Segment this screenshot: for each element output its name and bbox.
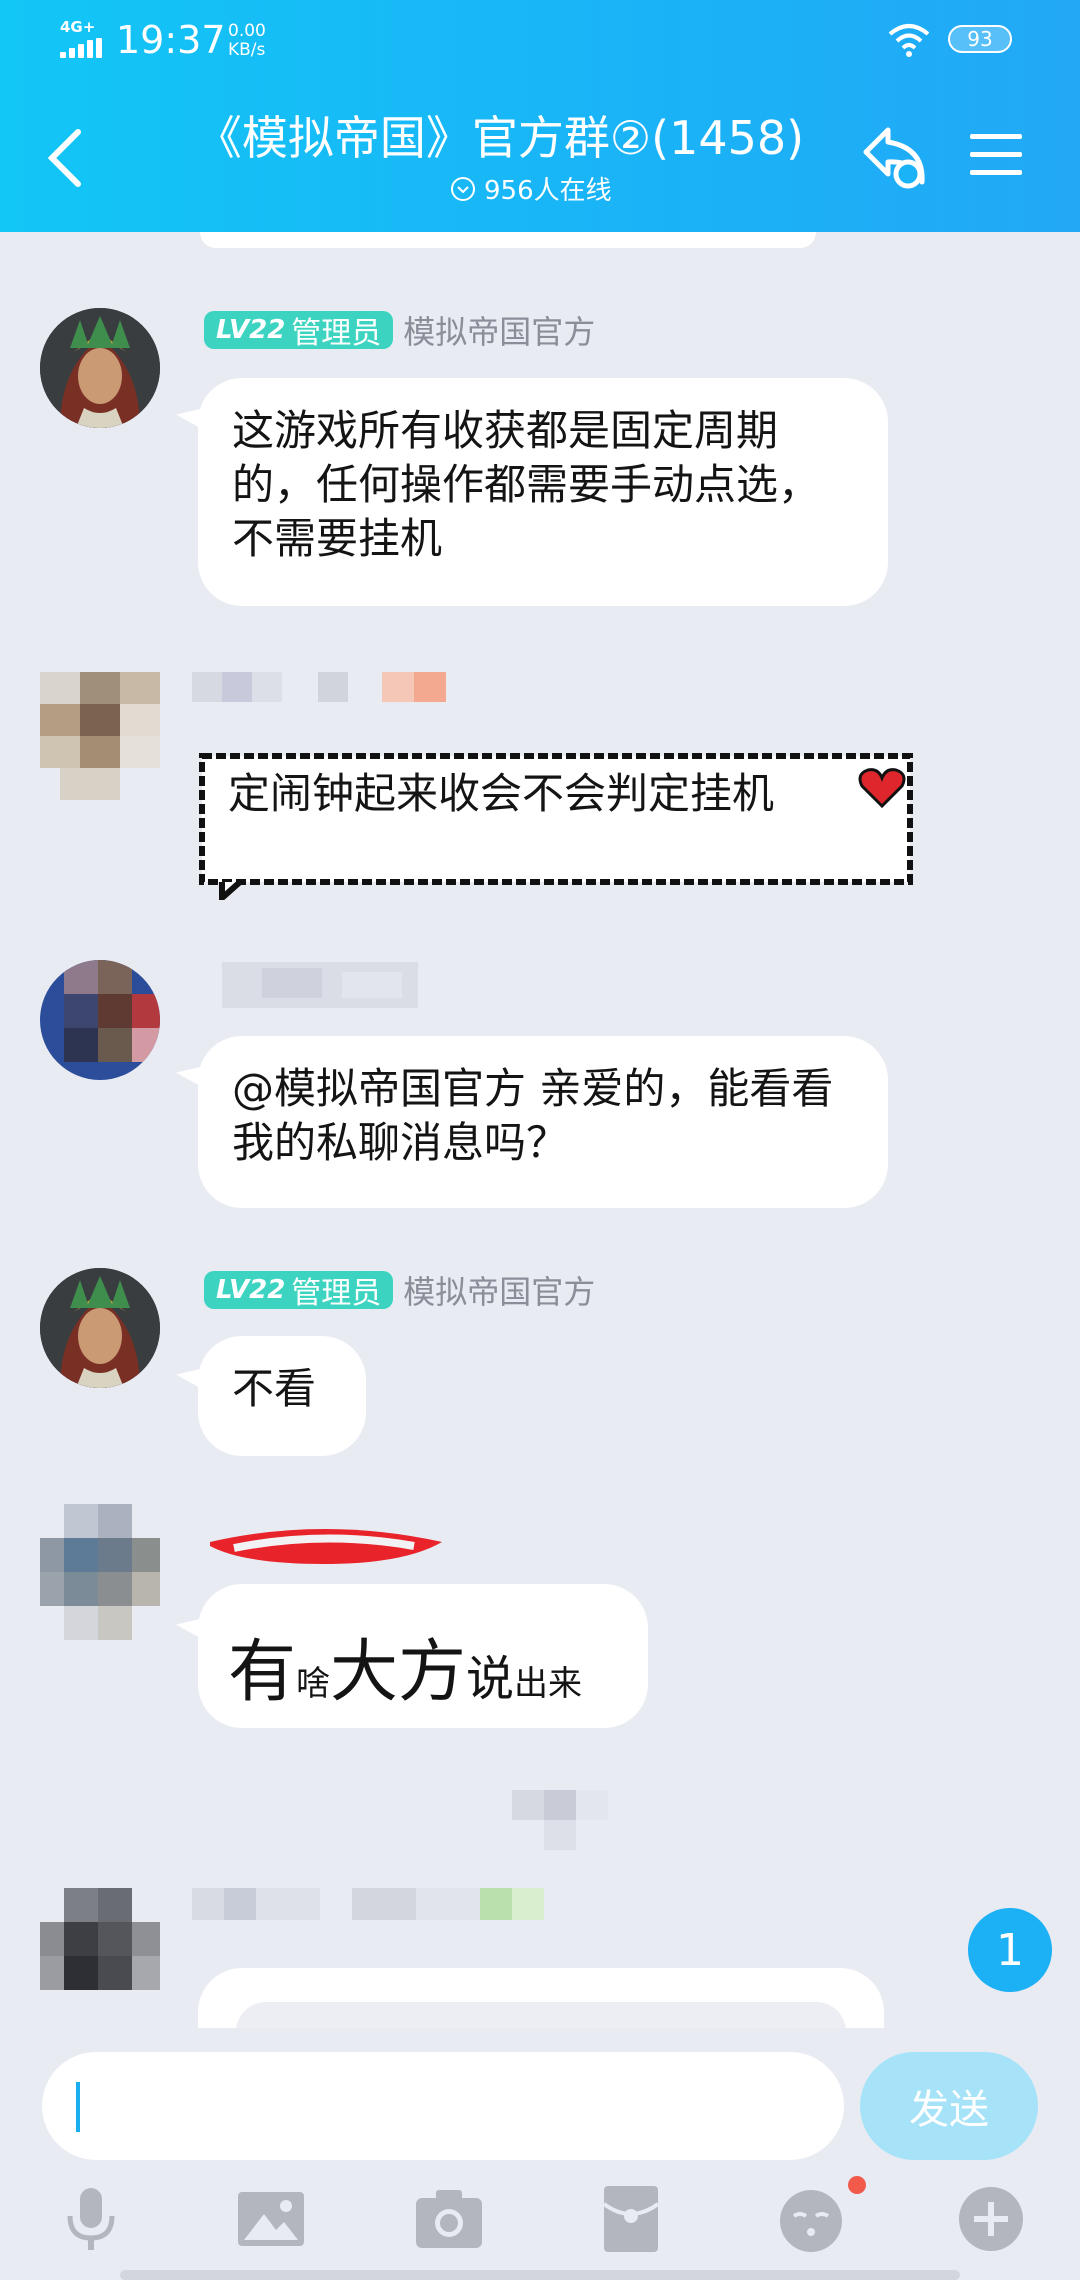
- message-text: 定闹钟起来收会不会判定挂机: [228, 769, 775, 818]
- text-part: 有: [228, 1633, 297, 1712]
- message-bubble[interactable]: 这游戏所有收获都是固定周期的，任何操作都需要手动点选，不需要挂机: [198, 378, 888, 606]
- message-text: 这游戏所有收获都是固定周期的，任何操作都需要手动点选，不需要挂机: [232, 406, 821, 563]
- speed-value: 0.00: [228, 21, 266, 41]
- text-part: 出来: [514, 1664, 583, 1704]
- sender-name-blurred: [222, 962, 418, 1008]
- camera-icon[interactable]: [414, 2184, 484, 2254]
- status-bar: 4G+ 19:37 0.00 KB/s 93: [0, 0, 1080, 80]
- chat-title: 《模拟帝国》官方群②(1458): [195, 111, 805, 165]
- text-caret: [76, 2082, 80, 2132]
- emoji-icon[interactable]: [776, 2184, 846, 2254]
- role-text: 管理员: [291, 316, 382, 351]
- message-text: 有啥大方说出来: [228, 1616, 582, 1715]
- sender-name[interactable]: 模拟帝国官方: [403, 1267, 595, 1313]
- network-speed: 0.00 KB/s: [228, 22, 266, 60]
- message-meta: LV22 管理员 模拟帝国官方: [204, 1267, 595, 1313]
- menu-icon[interactable]: [968, 130, 1024, 180]
- online-count[interactable]: 956人在线: [450, 170, 612, 207]
- level-text: LV22: [216, 1275, 286, 1305]
- back-button[interactable]: [44, 128, 84, 188]
- navigation-gesture-bar: [120, 2270, 960, 2280]
- avatar-blurred[interactable]: [40, 1888, 160, 2018]
- clock: 19:37: [116, 18, 226, 62]
- signal-icon: [60, 38, 102, 58]
- red-scribble: [210, 1529, 442, 1564]
- text-part: 啥: [296, 1664, 331, 1704]
- level-badge: LV22 管理员: [204, 311, 394, 351]
- message-bubble[interactable]: 不看: [198, 1336, 366, 1456]
- avatar-blurred[interactable]: [40, 1504, 160, 1664]
- sender-name[interactable]: 模拟帝国官方: [403, 307, 595, 353]
- level-badge: LV22 管理员: [204, 1271, 394, 1311]
- text-part: 说: [466, 1651, 515, 1707]
- red-packet-icon[interactable]: [596, 2184, 666, 2254]
- plus-icon[interactable]: [956, 2184, 1026, 2254]
- share-icon[interactable]: [858, 122, 934, 194]
- notification-dot: [848, 2176, 866, 2194]
- previous-message-bubble: [200, 232, 816, 248]
- send-button[interactable]: 发送: [860, 2052, 1038, 2160]
- avatar[interactable]: [40, 1268, 160, 1388]
- chat-header: 4G+ 19:37 0.00 KB/s 93 《模拟帝国》官方群②(1458) …: [0, 0, 1080, 232]
- avatar-image: [40, 1268, 160, 1388]
- avatar-blurred[interactable]: [40, 960, 160, 1080]
- level-text: LV22: [216, 315, 286, 345]
- message-bubble[interactable]: @模拟帝国官方 亲爱的，能看看我的私聊消息吗？: [198, 1036, 888, 1208]
- online-text: 956人在线: [484, 176, 612, 206]
- avatar-blurred[interactable]: [40, 672, 160, 800]
- image-icon[interactable]: [236, 2184, 306, 2254]
- message-text: 不看: [232, 1364, 317, 1413]
- role-text: 管理员: [291, 1276, 382, 1311]
- message-text: @模拟帝国官方 亲爱的，能看看我的私聊消息吗？: [232, 1064, 834, 1167]
- unread-count-badge[interactable]: 1: [968, 1908, 1052, 1992]
- message-input[interactable]: [42, 2052, 844, 2160]
- avatar[interactable]: [40, 308, 160, 428]
- text-part: 大方: [330, 1633, 467, 1712]
- message-meta: LV22 管理员 模拟帝国官方: [204, 307, 595, 353]
- battery-icon: 93: [948, 25, 1012, 53]
- wifi-icon: [888, 24, 930, 57]
- mic-icon[interactable]: [56, 2184, 126, 2254]
- sender-name-blurred: [192, 1888, 544, 1928]
- sender-name-blurred: [192, 672, 448, 702]
- heart-icon: [858, 768, 906, 808]
- chevron-circle-icon: [451, 176, 475, 201]
- avatar-image: [40, 308, 160, 428]
- network-type: 4G+: [60, 18, 96, 36]
- blurred-content: [512, 1790, 608, 1850]
- speed-unit: KB/s: [228, 40, 266, 60]
